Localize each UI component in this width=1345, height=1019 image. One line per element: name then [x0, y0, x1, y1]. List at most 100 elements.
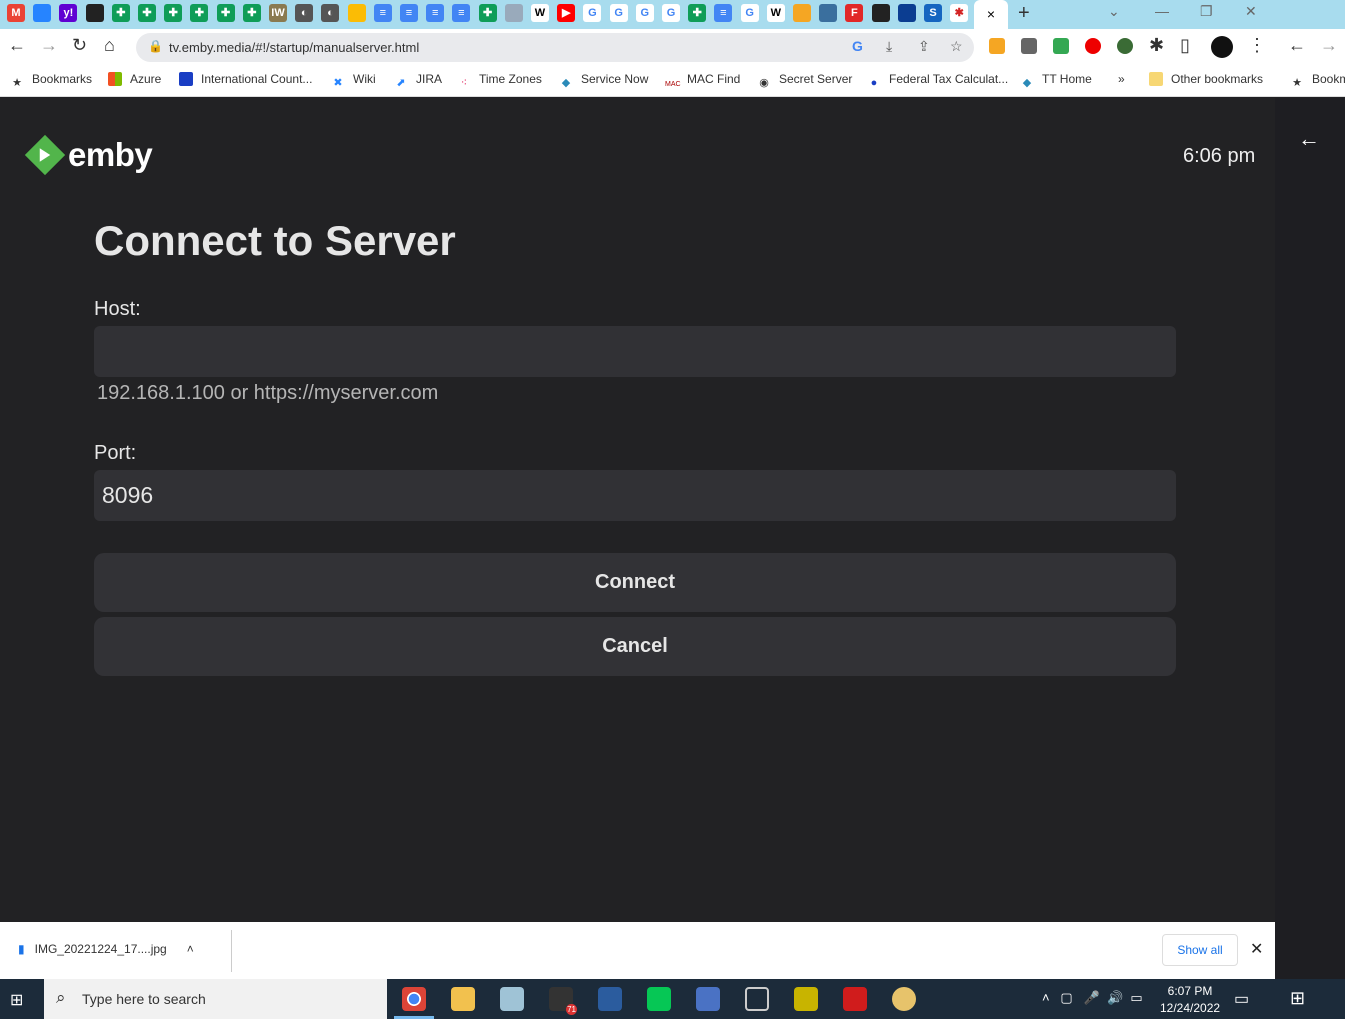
extension-icon[interactable] — [1021, 38, 1037, 54]
minimize-button[interactable]: — — [1155, 3, 1169, 19]
active-tab[interactable]: × — [974, 0, 1008, 29]
google-tab-icon[interactable]: G — [583, 4, 602, 22]
sheets-tab-icon[interactable]: ✚ — [242, 4, 261, 22]
profile-avatar[interactable] — [1211, 36, 1233, 58]
wikipedia-tab-icon[interactable]: W — [766, 4, 785, 22]
cancel-button[interactable]: Cancel — [94, 617, 1176, 676]
sheets-tab-icon[interactable]: ✚ — [111, 4, 130, 22]
back-icon[interactable]: ← — [8, 35, 26, 56]
mobile-bookmarks[interactable]: ★ Bookm — [1290, 72, 1345, 90]
other-bookmarks[interactable]: Other bookmarks — [1149, 72, 1263, 86]
opera-icon[interactable] — [1085, 38, 1101, 54]
chart-tab-icon[interactable] — [819, 4, 838, 22]
google-translate-icon[interactable]: G — [852, 38, 863, 54]
line-icon[interactable] — [647, 987, 671, 1011]
install-icon[interactable]: ⤓ — [886, 38, 892, 55]
sheets-tab-icon[interactable]: ✚ — [138, 4, 156, 22]
sheets-tab-icon[interactable]: ✚ — [190, 4, 209, 22]
bookmark-item[interactable]: MAC MAC Find — [665, 72, 740, 92]
extension-icon[interactable] — [989, 38, 1005, 54]
bookmark-item[interactable]: ◉ Secret Server — [757, 72, 852, 90]
google-tab-icon[interactable]: G — [740, 4, 759, 22]
yelp-tab-icon[interactable]: ✱ — [950, 4, 969, 22]
google-tab-icon[interactable]: G — [662, 4, 680, 22]
bookmark-star-icon[interactable]: ☆ — [950, 38, 963, 55]
download-item[interactable]: ▮ IMG_20221224_17....jpg ˄ — [18, 942, 194, 956]
calculator-icon[interactable] — [794, 987, 818, 1011]
chevron-up-icon[interactable]: ˄ — [187, 942, 194, 956]
photos-tab-icon[interactable] — [347, 4, 366, 22]
back-arrow-icon[interactable]: ← — [1298, 126, 1320, 152]
paint-icon[interactable] — [892, 987, 916, 1011]
sidepanel-icon[interactable]: ▯ — [1180, 35, 1190, 56]
show-all-button[interactable]: Show all — [1162, 934, 1238, 966]
acrobat-icon[interactable] — [843, 987, 867, 1011]
app-tab-icon[interactable] — [85, 4, 104, 22]
gg-tab-icon[interactable] — [504, 4, 523, 22]
bookmarks-overflow[interactable]: » — [1118, 72, 1125, 86]
globe-tab-icon[interactable]: ◐ — [295, 4, 314, 22]
bookmark-item[interactable]: ✖ Wiki — [331, 72, 375, 90]
share-icon[interactable]: ⇪ — [918, 38, 930, 55]
virtualbox-icon[interactable] — [745, 987, 769, 1011]
docs-tab-icon[interactable]: ≡ — [400, 4, 418, 22]
port-input[interactable] — [94, 470, 1176, 521]
taskbar-search[interactable]: ⌕ Type here to search — [44, 979, 387, 1019]
back-icon[interactable]: ← — [1288, 35, 1306, 56]
bookmark-item[interactable]: ★ Bookmarks — [10, 72, 92, 90]
wikipedia-tab-icon[interactable]: W — [531, 4, 549, 22]
home-icon[interactable]: ⌂ — [104, 35, 115, 56]
app-tab-icon[interactable] — [871, 4, 890, 22]
address-bar[interactable]: 🔒 tv.emby.media/#!/startup/manualserver.… — [136, 33, 974, 62]
bookmark-item[interactable]: International Count... — [179, 72, 312, 86]
windows-start-icon[interactable]: ⊞ — [10, 990, 23, 1010]
bookmark-item[interactable]: ⁖ Time Zones — [457, 72, 542, 90]
extensions-puzzle-icon[interactable]: ✱ — [1149, 35, 1164, 56]
app-icon[interactable]: 71 — [549, 987, 577, 1015]
app-icon[interactable] — [500, 987, 524, 1011]
new-tab-button[interactable]: + — [1018, 2, 1030, 25]
taskbar-clock[interactable]: 6:07 PM 12/24/2022 — [1160, 983, 1220, 1017]
restore-button[interactable]: ❐ — [1200, 3, 1213, 20]
gmail-tab-icon[interactable]: M — [7, 4, 25, 22]
windows-start-icon[interactable]: ⊞ — [1290, 988, 1305, 1009]
sheets-tab-icon[interactable]: ✚ — [164, 4, 183, 22]
docs-tab-icon[interactable]: ≡ — [373, 4, 392, 22]
sheets-tab-icon[interactable]: ✚ — [478, 4, 497, 22]
host-input[interactable] — [94, 326, 1176, 377]
close-tab-icon[interactable]: × — [987, 6, 995, 22]
forward-icon[interactable]: → — [40, 35, 58, 56]
notifications-icon[interactable]: ▭ — [1234, 989, 1249, 1009]
close-window-button[interactable]: ✕ — [1245, 3, 1257, 20]
flipboard-tab-icon[interactable]: F — [845, 4, 864, 22]
google-tab-icon[interactable]: G — [609, 4, 628, 22]
connect-button[interactable]: Connect — [94, 553, 1176, 612]
drive-icon[interactable] — [1053, 38, 1069, 54]
globe-tab-icon[interactable]: ◐ — [321, 4, 340, 22]
bookmark-item[interactable]: ◆ Service Now — [559, 72, 649, 90]
nasa-tab-icon[interactable] — [897, 4, 916, 22]
docs-tab-icon[interactable]: ≡ — [714, 4, 733, 22]
bookmark-item[interactable]: ⬈ JIRA — [394, 72, 442, 90]
folder-tab-icon[interactable] — [793, 4, 811, 22]
system-tray[interactable]: ˄ ▢ 🎤 🔊 ▭ — [1042, 990, 1143, 1006]
jira-tab-icon[interactable] — [33, 4, 52, 22]
bookmark-item[interactable]: Azure — [108, 72, 161, 86]
app-icon[interactable] — [696, 987, 720, 1011]
chrome-icon[interactable] — [402, 987, 426, 1011]
docs-tab-icon[interactable]: ≡ — [452, 4, 471, 22]
s-tab-icon[interactable]: S — [924, 4, 942, 22]
sheets-tab-icon[interactable]: ✚ — [216, 4, 235, 22]
url-text[interactable]: tv.emby.media/#!/startup/manualserver.ht… — [169, 40, 419, 55]
google-tab-icon[interactable]: G — [635, 4, 654, 22]
bookmark-item[interactable]: ◆ TT Home — [1020, 72, 1092, 90]
file-explorer-icon[interactable] — [451, 987, 475, 1011]
bookmark-item[interactable]: ● Federal Tax Calculat... — [867, 72, 1009, 90]
yahoo-tab-icon[interactable]: y! — [59, 4, 78, 22]
extension-icon[interactable] — [1117, 38, 1133, 54]
lock-icon[interactable]: 🔒 — [148, 39, 163, 53]
tab-search-icon[interactable]: ⌄ — [1108, 3, 1120, 20]
app-icon[interactable] — [598, 987, 622, 1011]
iw-tab-icon[interactable]: IW — [269, 4, 287, 22]
youtube-tab-icon[interactable]: ▶ — [557, 4, 576, 22]
